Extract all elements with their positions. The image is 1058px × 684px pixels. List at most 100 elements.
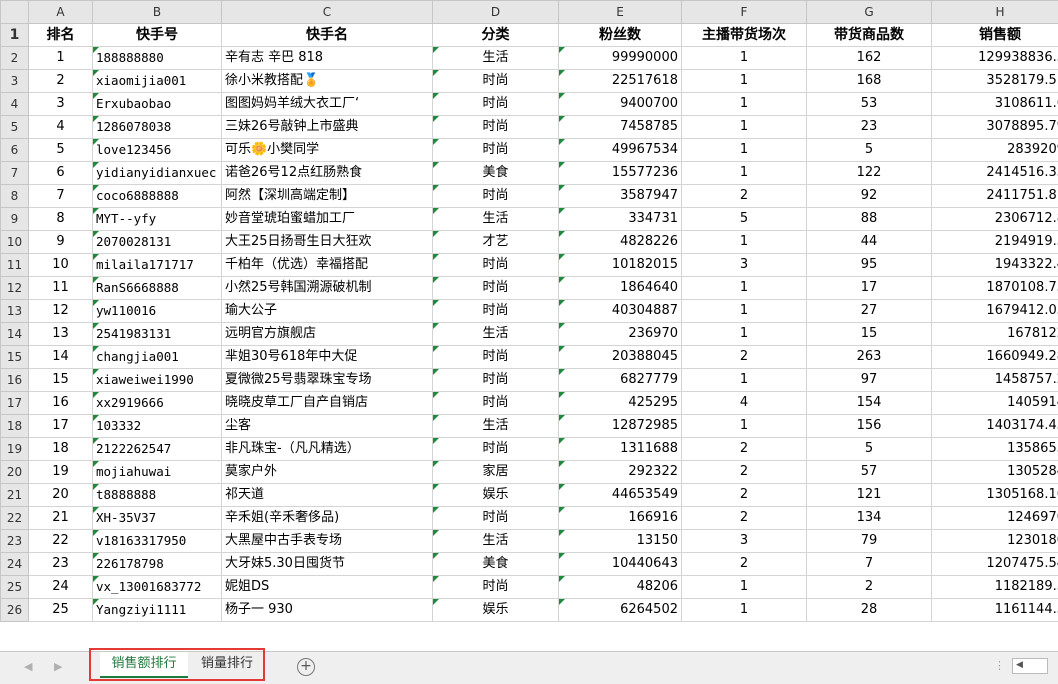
cell[interactable]: 92 [807, 185, 932, 208]
cell[interactable]: 瑜大公子 [222, 300, 433, 323]
cell[interactable]: 7 [807, 553, 932, 576]
row-number[interactable]: 5 [1, 116, 29, 139]
header-cell[interactable]: 主播带货场次 [682, 24, 807, 47]
cell[interactable]: 334731 [559, 208, 682, 231]
cell[interactable]: 19 [29, 461, 93, 484]
cell[interactable]: 44 [807, 231, 932, 254]
row-number[interactable]: 7 [1, 162, 29, 185]
cell[interactable]: 166916 [559, 507, 682, 530]
cell[interactable]: 时尚 [433, 139, 559, 162]
cell[interactable]: 晓晓皮草工厂自产自销店 [222, 392, 433, 415]
cell[interactable]: 5 [29, 139, 93, 162]
cell[interactable]: 莫家户外 [222, 461, 433, 484]
row-number[interactable]: 9 [1, 208, 29, 231]
column-header[interactable]: D [433, 1, 559, 24]
cell[interactable]: 99990000 [559, 47, 682, 70]
cell[interactable]: 6 [29, 162, 93, 185]
cell[interactable]: 11 [29, 277, 93, 300]
cell[interactable]: 3587947 [559, 185, 682, 208]
cell[interactable]: 2122262547 [93, 438, 222, 461]
cell[interactable]: 徐小米教搭配🏅 [222, 70, 433, 93]
column-header[interactable]: G [807, 1, 932, 24]
cell[interactable]: 美食 [433, 162, 559, 185]
row-number[interactable]: 10 [1, 231, 29, 254]
cell[interactable]: 2 [682, 438, 807, 461]
cell[interactable]: 103332 [93, 415, 222, 438]
cell[interactable]: RanS6668888 [93, 277, 222, 300]
cell[interactable]: 1 [682, 162, 807, 185]
cell[interactable]: 诺爸26号12点红肠熟食 [222, 162, 433, 185]
row-number[interactable]: 26 [1, 599, 29, 622]
cell[interactable]: 97 [807, 369, 932, 392]
cell[interactable]: 非凡珠宝-（凡凡精选） [222, 438, 433, 461]
cell[interactable]: 1246970 [932, 507, 1058, 530]
cell[interactable]: 2 [29, 70, 93, 93]
cell[interactable]: MYT--yfy [93, 208, 222, 231]
cell[interactable]: 188888880 [93, 47, 222, 70]
header-cell[interactable]: 带货商品数 [807, 24, 932, 47]
cell[interactable]: xx2919666 [93, 392, 222, 415]
row-number[interactable]: 21 [1, 484, 29, 507]
row-number[interactable]: 23 [1, 530, 29, 553]
cell[interactable]: 1 [682, 576, 807, 599]
cell[interactable]: 时尚 [433, 93, 559, 116]
cell[interactable]: 4828226 [559, 231, 682, 254]
cell[interactable]: 1230180 [932, 530, 1058, 553]
row-number[interactable]: 25 [1, 576, 29, 599]
cell[interactable]: 4 [682, 392, 807, 415]
row-number[interactable]: 20 [1, 461, 29, 484]
cell[interactable]: 2070028131 [93, 231, 222, 254]
cell[interactable]: 1403174.45 [932, 415, 1058, 438]
cell[interactable]: 1 [682, 300, 807, 323]
spreadsheet-grid[interactable]: ABCDEFGH1排名快手号快手名分类粉丝数主播带货场次带货商品数销售额2118… [0, 0, 1058, 651]
cell[interactable]: 1 [682, 599, 807, 622]
cell[interactable]: 25 [29, 599, 93, 622]
header-cell[interactable]: 快手名 [222, 24, 433, 47]
cell[interactable]: 15577236 [559, 162, 682, 185]
row-number[interactable]: 12 [1, 277, 29, 300]
cell[interactable]: 1207475.54 [932, 553, 1058, 576]
row-number[interactable]: 13 [1, 300, 29, 323]
row-number[interactable]: 4 [1, 93, 29, 116]
cell[interactable]: 尘客 [222, 415, 433, 438]
cell[interactable]: 才艺 [433, 231, 559, 254]
cell[interactable]: 236970 [559, 323, 682, 346]
cell[interactable]: 154 [807, 392, 932, 415]
cell[interactable]: 时尚 [433, 277, 559, 300]
cell[interactable]: 9 [29, 231, 93, 254]
cell[interactable]: yw110016 [93, 300, 222, 323]
cell[interactable]: 生活 [433, 208, 559, 231]
cell[interactable]: t8888888 [93, 484, 222, 507]
cell[interactable]: 生活 [433, 415, 559, 438]
cell[interactable]: 292322 [559, 461, 682, 484]
cell[interactable]: 2411751.81 [932, 185, 1058, 208]
cell[interactable]: 7458785 [559, 116, 682, 139]
cell[interactable]: 妮姐DS [222, 576, 433, 599]
cell[interactable]: 1678122 [932, 323, 1058, 346]
header-cell[interactable]: 排名 [29, 24, 93, 47]
cell[interactable]: 1660949.28 [932, 346, 1058, 369]
cell[interactable]: 2 [807, 576, 932, 599]
cell[interactable]: 3 [682, 254, 807, 277]
cell[interactable]: 1358653 [932, 438, 1058, 461]
row-number[interactable]: 16 [1, 369, 29, 392]
cell[interactable]: 2839209 [932, 139, 1058, 162]
cell[interactable]: 1182189.3 [932, 576, 1058, 599]
column-header[interactable]: B [93, 1, 222, 24]
cell[interactable]: 22 [29, 530, 93, 553]
cell[interactable]: 时尚 [433, 392, 559, 415]
cell[interactable]: 时尚 [433, 369, 559, 392]
cell[interactable]: 5 [807, 139, 932, 162]
row-number[interactable]: 6 [1, 139, 29, 162]
scroll-left-icon[interactable]: ◀ [1016, 660, 1023, 670]
cell[interactable]: 88 [807, 208, 932, 231]
cell[interactable]: milaila171717 [93, 254, 222, 277]
cell[interactable]: 生活 [433, 47, 559, 70]
cell[interactable]: 5 [682, 208, 807, 231]
cell[interactable]: 1 [682, 93, 807, 116]
column-header[interactable]: F [682, 1, 807, 24]
row-number[interactable]: 17 [1, 392, 29, 415]
cell[interactable]: 48206 [559, 576, 682, 599]
cell[interactable]: 129938836.3 [932, 47, 1058, 70]
cell[interactable]: 3528179.51 [932, 70, 1058, 93]
